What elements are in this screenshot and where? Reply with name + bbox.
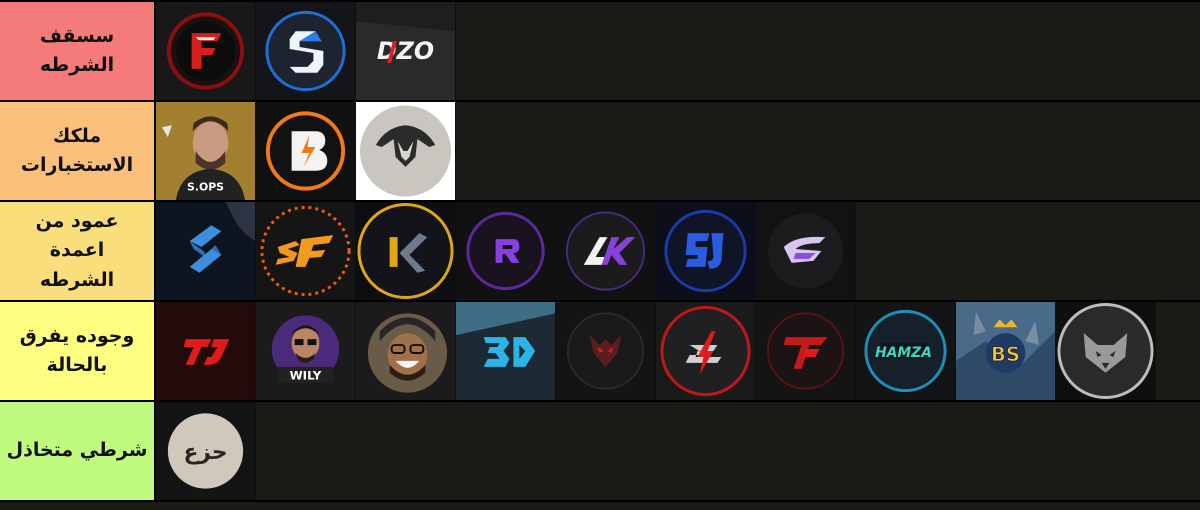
- tier-label[interactable]: سسقف الشرطه: [0, 2, 156, 100]
- 3d-cyan-logo[interactable]: [456, 302, 556, 400]
- zh-text: حزع: [183, 440, 227, 465]
- laughing-avatar[interactable]: [356, 302, 456, 400]
- tier-label[interactable]: ملكك الاستخبارات: [0, 102, 156, 200]
- wolf-grey-logo[interactable]: [1056, 302, 1156, 400]
- tier-row-2: ملكك الاستخبارات S.OPS: [0, 102, 1200, 202]
- hamza-text: HAMZA: [875, 345, 932, 361]
- dzo-logo-text: DZO: [377, 37, 434, 65]
- zh-stamp-logo[interactable]: حزع: [156, 402, 256, 500]
- tier-row-4: وجوده يفرق بالحالة WILY HAMZA BS: [0, 302, 1200, 402]
- t-red-logo[interactable]: [756, 302, 856, 400]
- f-logo[interactable]: [156, 2, 256, 100]
- s-ops-text: S.OPS: [187, 181, 224, 194]
- wily-text: WILY: [290, 369, 322, 383]
- tier-row-1: سسقف الشرطه DZO: [0, 0, 1200, 102]
- sf-orange-logo[interactable]: [256, 202, 356, 300]
- dzo-logo[interactable]: DZO: [356, 2, 456, 100]
- tier-row-3: عمود من اعمدة الشرطه: [0, 202, 1200, 302]
- helmet-logo[interactable]: [356, 102, 456, 200]
- tier-label[interactable]: شرطي متخاذل: [0, 402, 156, 500]
- tier-items: [156, 202, 1200, 300]
- tier-items: WILY HAMZA BS: [156, 302, 1200, 400]
- bs-text: BS: [991, 343, 1020, 366]
- tier-row-5: شرطي متخاذل حزع: [0, 402, 1200, 502]
- tier-list: سسقف الشرطه DZO ملكك الاستخبارات S.OPS ع…: [0, 0, 1200, 510]
- tier-items: DZO: [156, 2, 1200, 100]
- tier-label[interactable]: عمود من اعمدة الشرطه: [0, 202, 156, 300]
- blue-s-logo[interactable]: [156, 202, 256, 300]
- tier-label[interactable]: وجوده يفرق بالحالة: [0, 302, 156, 400]
- wily-avatar[interactable]: WILY: [256, 302, 356, 400]
- sj-blue-logo[interactable]: [656, 202, 756, 300]
- s-ops-avatar[interactable]: S.OPS: [156, 102, 256, 200]
- hamza-logo[interactable]: HAMZA: [856, 302, 956, 400]
- tier-items: S.OPS: [156, 102, 1200, 200]
- b-orange-logo[interactable]: [256, 102, 356, 200]
- bs-gold-logo[interactable]: BS: [956, 302, 1056, 400]
- tier-items: حزع: [156, 402, 1200, 500]
- s-blue-logo[interactable]: [256, 2, 356, 100]
- skull-red-logo[interactable]: [556, 302, 656, 400]
- ak-purple-logo[interactable]: [556, 202, 656, 300]
- tj-red-logo[interactable]: [156, 302, 256, 400]
- s-red-logo[interactable]: [656, 302, 756, 400]
- r-purple-logo[interactable]: [456, 202, 556, 300]
- g-purple-logo[interactable]: [756, 202, 856, 300]
- k-yellow-logo[interactable]: [356, 202, 456, 300]
